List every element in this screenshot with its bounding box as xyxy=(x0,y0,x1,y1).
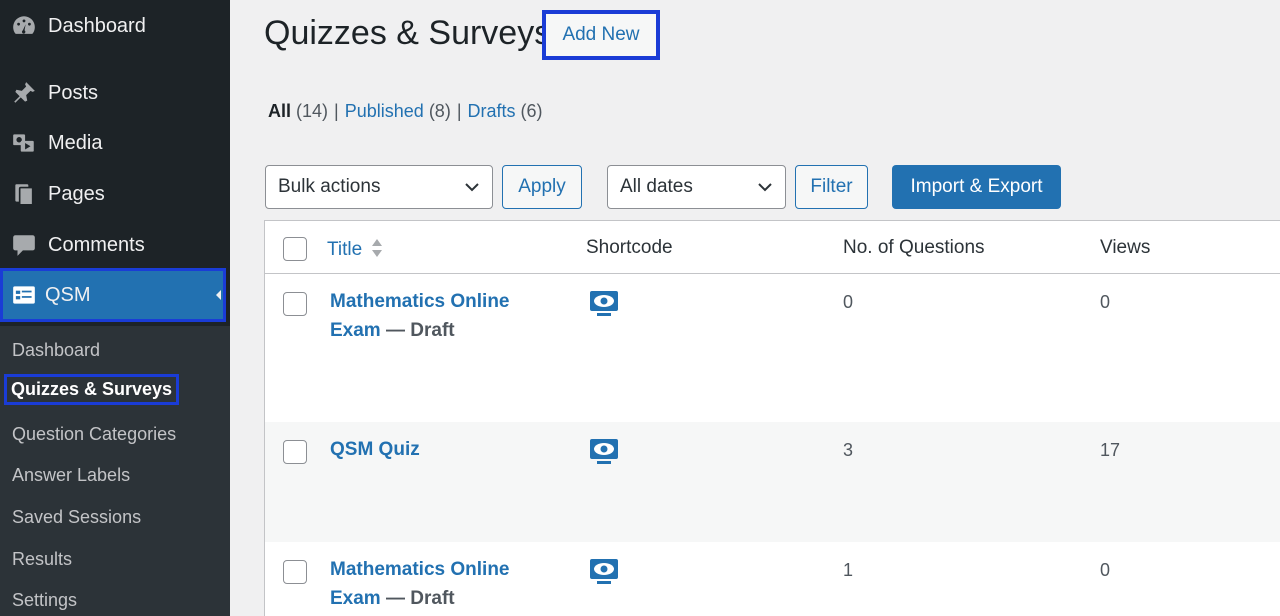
shortcode-preview-icon[interactable] xyxy=(589,558,619,586)
questions-count: 0 xyxy=(843,292,854,312)
quizzes-table: Title Shortcode No. of Questions Views M… xyxy=(264,220,1280,616)
row-checkbox[interactable] xyxy=(283,560,307,584)
row-title: Mathematics Online Exam — Draft xyxy=(330,287,560,345)
view-published-link[interactable]: Published xyxy=(345,101,424,121)
menu-item-label: Posts xyxy=(48,81,99,104)
column-title-label: Title xyxy=(327,239,363,260)
date-filter-value: All dates xyxy=(620,176,693,197)
view-published-count: (8) xyxy=(428,101,451,121)
import-export-button[interactable]: Import & Export xyxy=(892,165,1061,209)
row-state: — Draft xyxy=(380,588,455,609)
view-drafts-link[interactable]: Drafts xyxy=(468,101,516,121)
view-separator: | xyxy=(456,101,462,121)
qsm-icon xyxy=(3,282,45,308)
menu-item-label: Media xyxy=(48,131,103,154)
view-all-count: (14) xyxy=(296,101,329,121)
media-icon xyxy=(0,130,48,156)
menu-item-label: Dashboard xyxy=(48,14,146,37)
column-shortcode-header: Shortcode xyxy=(586,237,673,258)
dashboard-icon xyxy=(0,13,48,39)
table-row: Mathematics Online Exam — Draft 1 0 xyxy=(265,542,1280,616)
bulk-actions-value: Bulk actions xyxy=(278,176,381,197)
questions-count: 1 xyxy=(843,560,854,580)
row-state: — Draft xyxy=(380,320,455,341)
submenu-item-answer-labels[interactable]: Answer Labels xyxy=(12,465,130,486)
comments-icon xyxy=(0,232,48,258)
submenu-item-quizzes-surveys[interactable]: Quizzes & Surveys xyxy=(4,374,180,405)
submenu-item-dashboard[interactable]: Dashboard xyxy=(12,340,100,361)
table-row: Mathematics Online Exam — Draft 0 0 xyxy=(265,274,1280,422)
menu-item-media[interactable]: Media xyxy=(0,121,230,165)
pin-icon xyxy=(0,80,48,106)
submenu-item-settings[interactable]: Settings xyxy=(12,590,77,611)
questions-count: 3 xyxy=(843,440,854,460)
column-views-header: Views xyxy=(1100,237,1151,258)
views-count: 17 xyxy=(1100,440,1121,460)
menu-item-label: QSM xyxy=(45,283,91,306)
row-checkbox[interactable] xyxy=(283,292,307,316)
menu-item-posts[interactable]: Posts xyxy=(0,71,230,115)
submenu-item-saved-sessions[interactable]: Saved Sessions xyxy=(12,507,141,528)
select-all-checkbox[interactable] xyxy=(283,237,307,261)
views-count: 0 xyxy=(1100,560,1111,580)
menu-item-pages[interactable]: Pages xyxy=(0,172,230,216)
menu-item-label: Comments xyxy=(48,233,145,256)
submenu-item-question-categories[interactable]: Question Categories xyxy=(12,424,176,445)
views-count: 0 xyxy=(1100,292,1111,312)
add-new-button[interactable]: Add New xyxy=(542,10,660,60)
current-menu-arrow xyxy=(216,290,221,300)
qsm-submenu: Dashboard Quizzes & Surveys Question Cat… xyxy=(0,326,230,616)
chevron-down-icon xyxy=(465,183,479,192)
chevron-down-icon xyxy=(758,183,772,192)
page-title: Quizzes & Surveys xyxy=(264,14,552,52)
row-title: QSM Quiz xyxy=(330,435,560,464)
column-title-header[interactable]: Title xyxy=(327,237,383,261)
column-questions-header: No. of Questions xyxy=(843,237,985,258)
table-header: Title Shortcode No. of Questions Views xyxy=(265,221,1280,274)
pages-icon xyxy=(0,181,48,207)
view-all-link[interactable]: All xyxy=(268,101,291,121)
filter-button[interactable]: Filter xyxy=(795,165,868,209)
date-filter-select[interactable]: All dates xyxy=(607,165,786,209)
shortcode-preview-icon[interactable] xyxy=(589,438,619,466)
sort-icon xyxy=(372,239,383,257)
table-row: QSM Quiz 3 17 xyxy=(265,422,1280,542)
apply-button[interactable]: Apply xyxy=(502,165,582,209)
menu-item-qsm[interactable]: QSM xyxy=(0,268,226,322)
status-views: All (14) | Published (8) | Drafts (6) xyxy=(268,101,543,122)
menu-item-comments[interactable]: Comments xyxy=(0,223,230,267)
row-title: Mathematics Online Exam — Draft xyxy=(330,555,560,613)
menu-item-label: Pages xyxy=(48,182,105,205)
menu-item-dashboard[interactable]: Dashboard xyxy=(0,4,230,48)
admin-sidebar: Dashboard Posts Media Pages Comments QSM… xyxy=(0,0,230,616)
view-drafts-count: (6) xyxy=(520,101,543,121)
quiz-title-link[interactable]: QSM Quiz xyxy=(330,439,420,460)
row-checkbox[interactable] xyxy=(283,440,307,464)
bulk-actions-select[interactable]: Bulk actions xyxy=(265,165,493,209)
submenu-item-results[interactable]: Results xyxy=(12,549,72,570)
shortcode-preview-icon[interactable] xyxy=(589,290,619,318)
view-separator: | xyxy=(334,101,339,121)
